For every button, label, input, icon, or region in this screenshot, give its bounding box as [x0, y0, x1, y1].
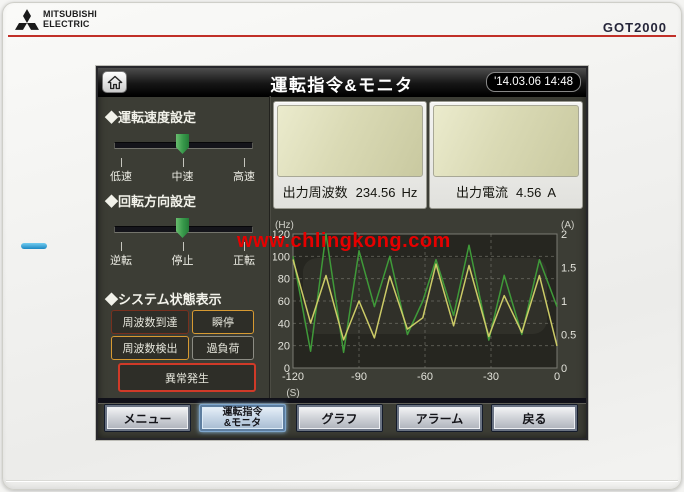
frequency-gauge-label: 出力周波数234.56Hz [274, 182, 426, 201]
got2000-logo: GOT2000 [603, 20, 667, 35]
svg-text:1: 1 [561, 296, 567, 308]
status-lamp[interactable]: 過負荷 [192, 336, 254, 360]
system-status-heading: ◆システム状態表示 [105, 289, 222, 308]
speed-setting-heading: ◆運転速度設定 [105, 107, 196, 126]
status-lamp[interactable]: 周波数検出 [111, 336, 189, 360]
svg-text:(A): (A) [561, 220, 574, 231]
slider-tick-label[interactable]: 中速 [172, 168, 194, 184]
slider-tick-label[interactable]: 逆転 [110, 252, 132, 268]
slider-tick-label[interactable]: 低速 [110, 168, 132, 184]
svg-text:40: 40 [278, 318, 290, 330]
slider-tick-mark [121, 158, 122, 167]
current-gauge-label: 出力電流4.56A [430, 182, 582, 201]
slider-tick-label[interactable]: 高速 [233, 168, 255, 184]
speed-slider-handle[interactable] [176, 134, 189, 154]
slider-tick-label[interactable]: 正転 [233, 252, 255, 268]
svg-text:100: 100 [273, 251, 290, 263]
brand-line2: ELECTRIC [43, 20, 97, 30]
svg-text:-90: -90 [351, 371, 367, 383]
slider-tick-mark [121, 242, 122, 251]
current-gauge-panel: 00.511.52 出力電流4.56A [429, 101, 583, 209]
datetime-display: '14.03.06 14:48 [486, 72, 581, 92]
direction-setting-heading: ◆回転方向設定 [105, 191, 196, 210]
nav-button[interactable]: 運転指令 &モニタ [199, 404, 286, 432]
slider-tick-mark [244, 158, 245, 167]
frequency-gauge: 020406080100120 [277, 105, 423, 177]
svg-text:-30: -30 [483, 371, 499, 383]
svg-text:0: 0 [561, 363, 567, 375]
current-gauge: 00.511.52 [433, 105, 579, 177]
svg-text:20: 20 [278, 341, 290, 353]
touch-screen: 運転指令&モニタ '14.03.06 14:48 ◆運転速度設定 低速中速高速 … [96, 66, 588, 440]
svg-text:-60: -60 [417, 371, 433, 383]
svg-text:80: 80 [278, 274, 290, 286]
title-bar: 運転指令&モニタ '14.03.06 14:48 [98, 68, 586, 97]
svg-text:60: 60 [278, 296, 290, 308]
frequency-gauge-panel: 020406080100120 出力周波数234.56Hz [273, 101, 427, 209]
slider-tick-mark [183, 158, 184, 167]
bezel-red-stripe [8, 35, 676, 37]
watermark-text: www.chlingkong.com [237, 230, 451, 253]
slider-tick-label[interactable]: 停止 [172, 252, 194, 268]
slider-tick-mark [183, 242, 184, 251]
svg-text:1.5: 1.5 [561, 263, 576, 275]
mitsubishi-logo: MITSUBISHI ELECTRIC [15, 9, 97, 30]
status-lamp[interactable]: 瞬停 [192, 310, 254, 334]
power-led [21, 243, 47, 249]
nav-button[interactable]: アラーム [396, 404, 483, 432]
svg-text:-120: -120 [282, 371, 304, 383]
nav-button[interactable]: グラフ [296, 404, 383, 432]
svg-text:0.5: 0.5 [561, 330, 576, 342]
nav-button[interactable]: 戻る [491, 404, 578, 432]
mitsubishi-diamonds-icon [15, 9, 39, 30]
nav-button[interactable]: メニュー [104, 404, 191, 432]
status-lamp[interactable]: 周波数到達 [111, 310, 189, 334]
status-lamp[interactable]: 異常発生 [118, 363, 256, 392]
svg-text:0: 0 [554, 371, 560, 383]
direction-slider-handle[interactable] [176, 218, 189, 238]
bezel-seam [6, 480, 678, 481]
got2000-device: MITSUBISHI ELECTRIC GOT2000 運転指令&モニタ '14… [2, 2, 682, 490]
